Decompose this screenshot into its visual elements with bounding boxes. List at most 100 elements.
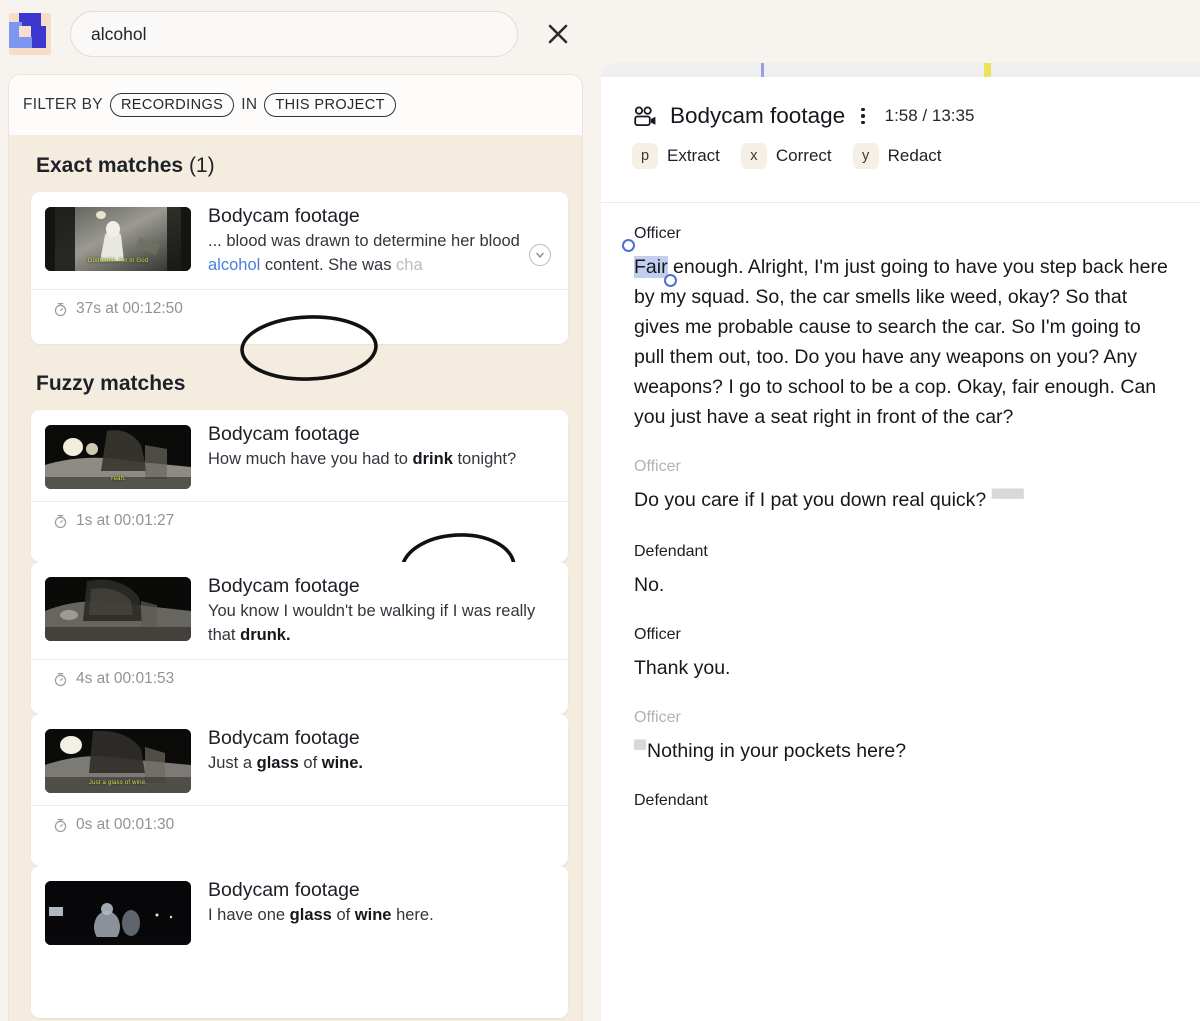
result-thumbnail: [45, 577, 191, 641]
transcript-turn[interactable]: Officer Do you care if I pat you down re…: [601, 432, 1200, 515]
snippet-mid: of: [331, 906, 355, 925]
app-logo[interactable]: [9, 13, 51, 55]
media-timeline[interactable]: [601, 63, 1200, 77]
stopwatch-icon: [54, 818, 67, 832]
selection-handle-start[interactable]: [622, 239, 635, 252]
selection-handle-end[interactable]: [664, 274, 677, 287]
result-card-fuzzy-1[interactable]: Bodycam footage You know I wouldn't be w…: [31, 562, 568, 714]
snippet-bold: glass: [289, 906, 332, 925]
filter-conjunction-label: IN: [241, 96, 258, 113]
redaction-marks: ▀▀▀: [991, 489, 1024, 509]
transcript-rest: Nothing in your pockets here?: [647, 740, 907, 763]
filter-pill-recordings[interactable]: RECORDINGS: [109, 93, 235, 117]
transcript-text[interactable]: ▀ Nothing in your pockets here?: [634, 736, 1170, 766]
thumbnail-caption: Yeah.: [109, 476, 127, 482]
snippet-fade: cha: [396, 255, 423, 274]
result-snippet: You know I wouldn't be walking if I was …: [208, 600, 556, 647]
exact-matches-count: (1): [188, 154, 215, 177]
timeline-marker-yellow[interactable]: [984, 63, 991, 77]
result-duration: 37s at 00:12:50: [76, 300, 183, 318]
snippet-pre: I have one: [208, 906, 290, 925]
result-footer: 0s at 00:01:30: [31, 805, 568, 845]
thumbnail-caption: Just a glass of wine.: [88, 780, 148, 786]
transcript-turn[interactable]: Defendant No.: [601, 515, 1200, 600]
result-card-fuzzy-3[interactable]: Bodycam footage I have one glass of wine…: [31, 866, 568, 1018]
transcript-text[interactable]: Fair enough. Alright, I'm just going to …: [634, 252, 1170, 432]
result-card-fuzzy-0[interactable]: Yeah. Bodycam footage How much have you …: [31, 410, 568, 562]
top-bar: [0, 0, 1200, 68]
result-duration: 4s at 00:01:53: [76, 670, 175, 688]
result-thumbnail: [45, 881, 191, 945]
snippet-post: content. She was: [260, 255, 397, 274]
shortcut-extract[interactable]: p Extract: [632, 143, 720, 169]
shortcut-correct[interactable]: x Correct: [740, 143, 832, 169]
transcript-header: Bodycam footage 1:58 / 13:35 p Extract x…: [601, 77, 1200, 169]
snippet-bold: glass: [256, 754, 299, 773]
result-card-fuzzy-2[interactable]: Just a glass of wine. Bodycam footage Ju…: [31, 714, 568, 866]
speaker-label: Officer: [634, 709, 681, 727]
snippet-highlight: alcohol: [208, 255, 261, 274]
shortcut-label-redact: Redact: [887, 146, 942, 165]
thumbnail-image: [45, 881, 191, 945]
stopwatch-icon: [54, 302, 67, 316]
transcript-body[interactable]: Officer Fair enough. Alright, I'm just g…: [601, 203, 1200, 1021]
speaker-label: Officer: [634, 225, 681, 242]
close-search-button[interactable]: [540, 16, 576, 52]
fuzzy-matches-label: Fuzzy matches: [36, 372, 186, 395]
result-snippet: How much have you had to drink tonight?: [208, 448, 556, 471]
transcript-menu-button[interactable]: [857, 106, 869, 127]
shortcut-key-p: p: [632, 143, 658, 169]
result-card-exact-0[interactable]: Goddamn. I'm in God Bodycam footage ... …: [31, 192, 568, 344]
transcript-text[interactable]: Do you care if I pat you down real quick…: [634, 485, 1170, 515]
transcript-panel: Bodycam footage 1:58 / 13:35 p Extract x…: [601, 63, 1200, 1021]
transcript-turn[interactable]: Officer ▀ Nothing in your pockets here?: [601, 683, 1200, 766]
timeline-marker-purple[interactable]: [761, 63, 764, 77]
filter-pill-project[interactable]: THIS PROJECT: [264, 93, 396, 117]
selected-text[interactable]: Fair: [634, 256, 668, 278]
transcript-text[interactable]: No.: [634, 570, 1170, 600]
result-snippet: ... blood was drawn to determine her blo…: [208, 230, 556, 277]
snippet-bold-2: wine.: [321, 754, 364, 773]
result-thumbnail: Yeah.: [45, 425, 191, 489]
result-footer: 37s at 00:12:50: [31, 289, 568, 329]
transcript-text[interactable]: Thank you.: [634, 653, 1170, 683]
video-camera-icon: [634, 105, 656, 126]
result-title: Bodycam footage: [208, 575, 360, 597]
result-footer: 1s at 00:01:27: [31, 501, 568, 541]
transcript-turn[interactable]: Officer Fair enough. Alright, I'm just g…: [601, 203, 1200, 432]
result-snippet: Just a glass of wine.: [208, 752, 556, 775]
transcript-turn[interactable]: Defendant: [601, 766, 1200, 810]
snippet-pre: Just a: [208, 754, 257, 773]
shortcut-key-x: x: [740, 143, 767, 169]
result-duration: 0s at 00:01:30: [76, 816, 175, 833]
stopwatch-icon: [54, 514, 67, 528]
snippet-pre: ... blood was drawn to determine her blo…: [208, 232, 520, 251]
snippet-pre: How much have you had to: [208, 450, 413, 469]
snippet-mid: of: [298, 754, 322, 773]
speaker-label: Officer: [634, 458, 681, 476]
fuzzy-matches-heading: Fuzzy matches: [9, 344, 582, 410]
exact-matches-label: Exact matches: [36, 154, 184, 177]
app-root: FILTER BY RECORDINGS IN THIS PROJECT Exa…: [0, 0, 1200, 1021]
result-title: Bodycam footage: [208, 205, 360, 227]
result-thumbnail: Just a glass of wine.: [45, 729, 191, 793]
search-input[interactable]: [70, 11, 518, 57]
playback-time: 1:58 / 13:35: [884, 106, 975, 125]
shortcut-redact[interactable]: y Redact: [852, 143, 942, 169]
stopwatch-icon: [54, 672, 67, 686]
close-icon: [548, 24, 568, 44]
shortcut-key-y: y: [852, 143, 879, 169]
result-snippet: I have one glass of wine here.: [208, 904, 556, 927]
result-title: Bodycam footage: [208, 879, 360, 901]
transcript-turn[interactable]: Officer Thank you.: [601, 600, 1200, 683]
shortcut-label-correct: Correct: [775, 146, 832, 165]
transcript-title: Bodycam footage: [670, 103, 846, 128]
result-duration: 1s at 00:01:27: [76, 512, 175, 529]
expand-result-button[interactable]: [529, 244, 551, 266]
chevron-down-icon: [536, 252, 544, 258]
thumbnail-caption: Goddamn. I'm in God: [87, 258, 149, 264]
speaker-label: Defendant: [634, 792, 708, 810]
result-thumbnail: Goddamn. I'm in God: [45, 207, 191, 271]
speaker-label: Defendant: [634, 543, 708, 561]
thumbnail-image: [45, 577, 191, 641]
